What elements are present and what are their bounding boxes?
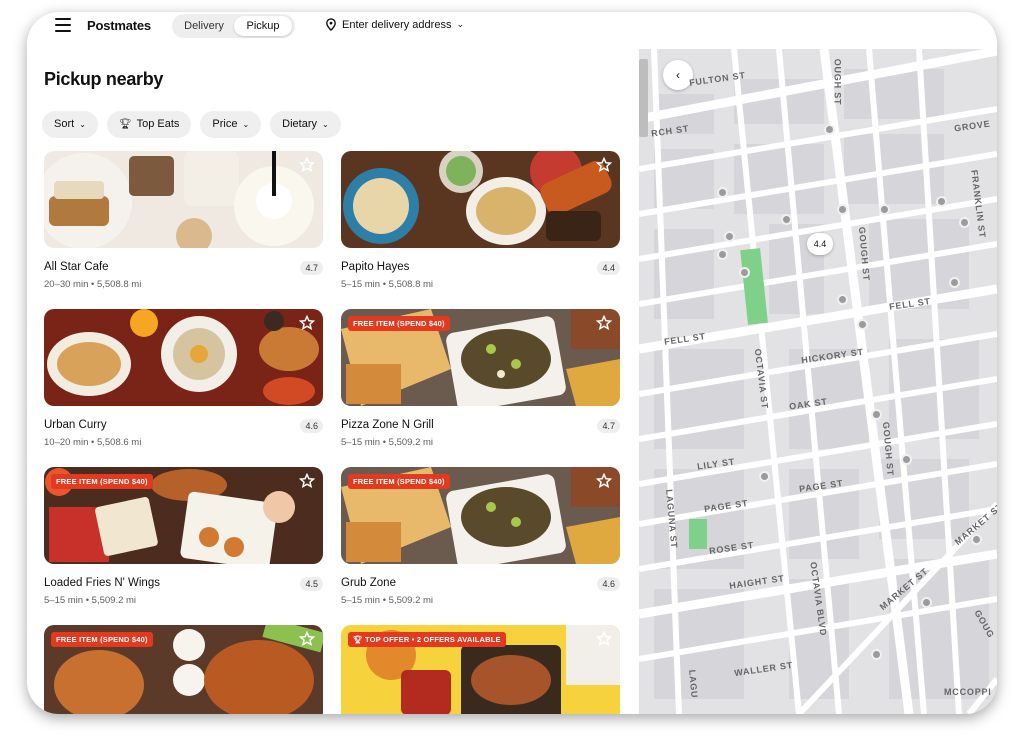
map-pin[interactable] — [824, 124, 835, 135]
rating-badge: 4.6 — [597, 577, 620, 591]
map-pin[interactable] — [971, 534, 982, 545]
delivery-mode-toggle: Delivery Pickup — [172, 14, 295, 38]
favorite-star-icon[interactable] — [299, 315, 315, 331]
restaurant-card[interactable]: Papito Hayes 5–15 min • 5,508.8 mi 4.4 — [341, 151, 620, 290]
map-pin[interactable] — [857, 319, 868, 330]
map-pin[interactable] — [921, 597, 932, 608]
restaurant-card[interactable]: All Star Cafe 20–30 min • 5,508.8 mi 4.7 — [44, 151, 323, 290]
address-selector[interactable]: Enter delivery address ⌄ — [325, 18, 464, 31]
map-pin[interactable] — [837, 294, 848, 305]
map-pin[interactable] — [871, 649, 882, 660]
restaurant-image: FREE ITEM (SPEND $40) — [44, 625, 323, 714]
restaurant-name: Pizza Zone N Grill — [341, 419, 434, 431]
favorite-star-icon[interactable] — [299, 157, 315, 173]
street-label: OUGH ST — [832, 58, 843, 106]
restaurant-name: Papito Hayes — [341, 261, 410, 273]
restaurant-meta: 20–30 min • 5,508.8 mi — [44, 279, 142, 290]
delivery-tab[interactable]: Delivery — [176, 16, 232, 36]
price-filter[interactable]: Price ⌄ — [200, 111, 262, 138]
chevron-down-icon: ⌄ — [79, 120, 86, 129]
map-pin[interactable] — [936, 196, 947, 207]
map-pin[interactable] — [901, 454, 912, 465]
favorite-star-icon[interactable] — [596, 315, 612, 331]
map-pin[interactable] — [724, 231, 735, 242]
restaurant-meta: 5–15 min • 5,509.2 mi — [341, 437, 434, 448]
chevron-down-icon: ⌄ — [456, 19, 464, 29]
map-pin[interactable] — [781, 214, 792, 225]
menu-icon[interactable] — [55, 18, 71, 32]
restaurant-image — [44, 151, 323, 248]
rating-badge: 4.6 — [300, 419, 323, 433]
promo-badge: FREE ITEM (SPEND $40) — [51, 632, 153, 647]
favorite-star-icon[interactable] — [596, 157, 612, 173]
restaurant-image: 🏆︎ TOP OFFER • 2 OFFERS AVAILABLE — [341, 625, 620, 714]
top-bar: Postmates Delivery Pickup Enter delivery… — [27, 12, 997, 42]
restaurant-card[interactable]: FREE ITEM (SPEND $40) Pizza Zone N Grill… — [341, 309, 620, 448]
filter-bar: Sort ⌄ 🏆︎ Top Eats Price ⌄ Dietary ⌄ — [42, 111, 341, 138]
dietary-filter[interactable]: Dietary ⌄ — [270, 111, 341, 138]
map-pin[interactable] — [949, 277, 960, 288]
map-pin[interactable] — [871, 409, 882, 420]
collapse-map-button[interactable]: ‹ — [663, 60, 693, 90]
chevron-left-icon: ‹ — [676, 68, 680, 82]
restaurant-image — [341, 151, 620, 248]
map-pin[interactable] — [717, 187, 728, 198]
restaurant-meta: 5–15 min • 5,508.8 mi — [341, 279, 434, 290]
trophy-icon: 🏆︎ — [118, 119, 132, 130]
restaurant-image: FREE ITEM (SPEND $40) — [341, 309, 620, 406]
restaurant-name: Urban Curry — [44, 419, 107, 431]
map-pin[interactable] — [739, 267, 750, 278]
location-pin-icon — [326, 18, 336, 31]
chevron-down-icon: ⌄ — [322, 120, 329, 129]
address-text: Enter delivery address — [342, 18, 452, 31]
map-pin[interactable] — [759, 471, 770, 482]
promo-badge: FREE ITEM (SPEND $40) — [348, 474, 450, 489]
sort-filter[interactable]: Sort ⌄ — [42, 111, 98, 138]
restaurant-card[interactable]: FREE ITEM (SPEND $40) Loaded Fries N' Wi… — [44, 467, 323, 606]
chevron-down-icon: ⌄ — [242, 120, 250, 129]
favorite-star-icon[interactable] — [299, 473, 315, 489]
pickup-tab[interactable]: Pickup — [234, 16, 292, 36]
restaurant-card[interactable]: 🏆︎ TOP OFFER • 2 OFFERS AVAILABLE — [341, 625, 620, 714]
app-window: Postmates Delivery Pickup Enter delivery… — [27, 12, 997, 714]
restaurant-name: Grub Zone — [341, 577, 396, 589]
brand-logo[interactable]: Postmates — [87, 18, 151, 33]
map-pin[interactable] — [959, 217, 970, 228]
rating-badge: 4.4 — [597, 261, 620, 275]
restaurant-meta: 5–15 min • 5,509.2 mi — [44, 595, 137, 606]
map-rating-pin[interactable]: 4.4 — [807, 233, 833, 255]
map-pin[interactable] — [717, 249, 728, 260]
restaurant-image: FREE ITEM (SPEND $40) — [44, 467, 323, 564]
promo-badge: 🏆︎ TOP OFFER • 2 OFFERS AVAILABLE — [348, 632, 506, 647]
street-label: MCCOPPI — [944, 687, 992, 697]
promo-badge: FREE ITEM (SPEND $40) — [348, 316, 450, 331]
favorite-star-icon[interactable] — [299, 631, 315, 647]
trophy-icon: 🏆︎ — [353, 635, 366, 644]
restaurant-card[interactable]: Urban Curry 10–20 min • 5,508.6 mi 4.6 — [44, 309, 323, 448]
map-panel[interactable]: ‹ FULTON ST RCH ST GROVE OUGH ST GOUGH S… — [639, 49, 997, 714]
map-scrollbar[interactable] — [639, 59, 648, 137]
restaurant-name: All Star Cafe — [44, 261, 109, 273]
rating-badge: 4.5 — [300, 577, 323, 591]
restaurant-image: FREE ITEM (SPEND $40) — [341, 467, 620, 564]
rating-badge: 4.7 — [300, 261, 323, 275]
rating-badge: 4.7 — [597, 419, 620, 433]
promo-badge: FREE ITEM (SPEND $40) — [51, 474, 153, 489]
page-title: Pickup nearby — [44, 69, 164, 89]
restaurant-meta: 5–15 min • 5,509.2 mi — [341, 595, 434, 606]
restaurant-meta: 10–20 min • 5,508.6 mi — [44, 437, 142, 448]
top-eats-filter[interactable]: 🏆︎ Top Eats — [106, 111, 192, 138]
restaurant-name: Loaded Fries N' Wings — [44, 577, 160, 589]
restaurant-image — [44, 309, 323, 406]
restaurant-card[interactable]: FREE ITEM (SPEND $40) — [44, 625, 323, 714]
favorite-star-icon[interactable] — [596, 473, 612, 489]
favorite-star-icon[interactable] — [596, 631, 612, 647]
restaurant-card[interactable]: FREE ITEM (SPEND $40) Grub Zone 5–15 min… — [341, 467, 620, 606]
map-pin[interactable] — [879, 204, 890, 215]
map-pin[interactable] — [837, 204, 848, 215]
